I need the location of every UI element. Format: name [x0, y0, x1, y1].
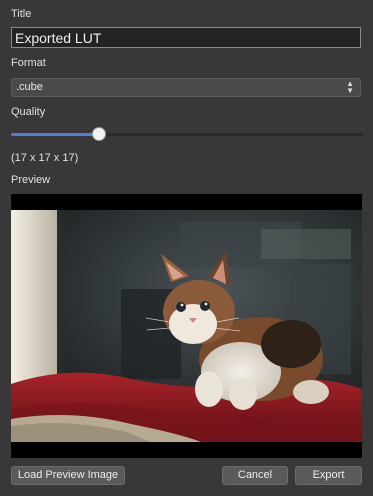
- slider-thumb[interactable]: [92, 127, 106, 141]
- cancel-button[interactable]: Cancel: [222, 466, 288, 485]
- format-select-value: .cube: [16, 81, 43, 93]
- quality-label: Quality: [11, 106, 46, 118]
- title-label: Title: [11, 8, 32, 20]
- quality-slider[interactable]: [11, 126, 363, 142]
- quality-size-text: (17 x 17 x 17): [11, 152, 79, 164]
- format-label: Format: [11, 57, 46, 69]
- preview-image: [11, 194, 362, 458]
- preview-label: Preview: [11, 174, 51, 186]
- kitten-photo: [11, 194, 362, 458]
- slider-fill: [11, 133, 99, 136]
- up-down-arrows-icon: ▲ ▼: [346, 79, 354, 95]
- load-preview-image-button[interactable]: Load Preview Image: [11, 466, 125, 485]
- export-button[interactable]: Export: [295, 466, 362, 485]
- format-select[interactable]: .cube ▲ ▼: [11, 78, 361, 97]
- title-input[interactable]: [11, 27, 361, 48]
